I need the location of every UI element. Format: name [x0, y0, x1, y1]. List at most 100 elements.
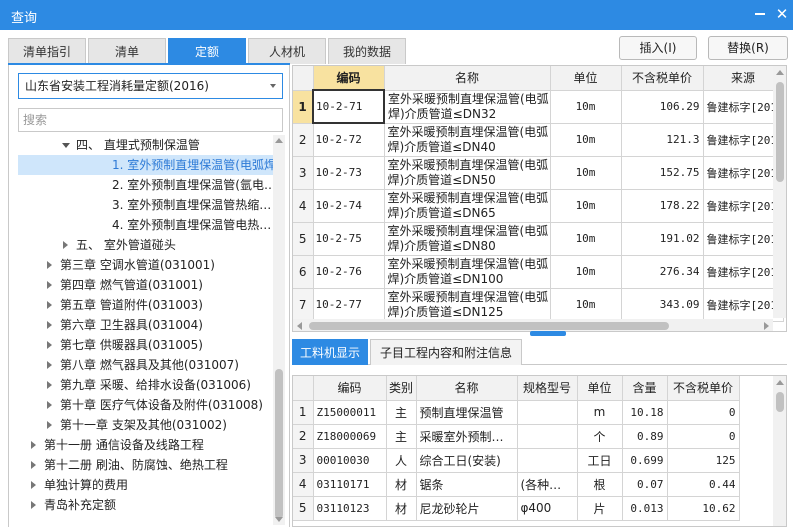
unit-cell[interactable]: 10m	[550, 288, 622, 322]
quota-grid-vscrollbar[interactable]	[773, 66, 786, 318]
library-select[interactable]: 山东省安装工程消耗量定额(2016)	[18, 73, 283, 99]
price-cell[interactable]: 0	[667, 400, 740, 425]
name-cell[interactable]: 综合工日(安装)	[416, 448, 518, 473]
row-number[interactable]: 5	[293, 496, 314, 521]
table-row[interactable]: 2 Z18000069 主采暖室外预制… 个 0.89 0	[293, 424, 740, 449]
tree-node[interactable]: 第十一章 支架及其他(031002)	[10, 415, 227, 435]
table-row[interactable]: 4 03110171 材锯条 (各种… 根 0.07 0.44	[293, 472, 740, 497]
source-cell[interactable]: 鲁建标字[201	[703, 90, 784, 124]
row-number[interactable]: 1	[293, 90, 314, 124]
code-cell[interactable]: 03110123	[313, 496, 387, 521]
collapsed-caret-icon[interactable]	[44, 335, 56, 355]
scrollbar-thumb[interactable]	[776, 392, 784, 412]
code-cell[interactable]: 10-2-76	[313, 255, 385, 289]
price-cell[interactable]: 276.34	[621, 255, 704, 289]
tree-node[interactable]: 3. 室外预制直埋保温管热缩…	[10, 195, 271, 215]
collapsed-caret-icon[interactable]	[28, 435, 40, 455]
tab-my-data[interactable]: 我的数据	[328, 38, 406, 64]
column-header-unit[interactable]: 单位	[577, 376, 623, 401]
price-cell[interactable]: 191.02	[621, 222, 704, 256]
collapsed-caret-icon[interactable]	[28, 455, 40, 475]
type-cell[interactable]: 主	[386, 400, 417, 425]
table-row[interactable]: 6 10-2-76 室外采暖预制直埋保温管(电弧焊)介质管道≤DN100 10m 276…	[293, 255, 784, 289]
minimize-icon[interactable]	[750, 4, 770, 24]
quantity-cell[interactable]: 0.013	[622, 496, 668, 521]
price-cell[interactable]: 0	[667, 424, 740, 449]
row-number[interactable]: 4	[293, 189, 314, 223]
collapsed-caret-icon[interactable]	[44, 295, 56, 315]
table-row[interactable]: 5 10-2-75 室外采暖预制直埋保温管(电弧焊)介质管道≤DN80 10m 191.…	[293, 222, 784, 256]
code-cell[interactable]: Z18000069	[313, 424, 387, 449]
scroll-up-icon[interactable]	[275, 138, 283, 143]
panel-splitter-handle[interactable]	[530, 331, 566, 336]
unit-cell[interactable]: 10m	[550, 90, 622, 124]
code-cell[interactable]: 10-2-77	[313, 288, 385, 322]
row-number[interactable]: 4	[293, 472, 314, 497]
row-number[interactable]: 2	[293, 123, 314, 157]
tree-node[interactable]: 4. 室外预制直埋保温管电热…	[10, 215, 271, 235]
column-header-source[interactable]: 来源	[703, 66, 784, 91]
close-icon[interactable]: ✕	[772, 4, 792, 24]
type-cell[interactable]: 材	[386, 496, 417, 521]
source-cell[interactable]: 鲁建标字[201	[703, 255, 784, 289]
table-row[interactable]: 7 10-2-77 室外采暖预制直埋保温管(电弧焊)介质管道≤DN125 10m 343…	[293, 288, 784, 322]
tree-node[interactable]: 第九章 采暖、给排水设备(031006)	[10, 375, 251, 395]
row-number[interactable]: 1	[293, 400, 314, 425]
collapsed-caret-icon[interactable]	[60, 235, 72, 255]
price-cell[interactable]: 125	[667, 448, 740, 473]
scrollbar-thumb[interactable]	[275, 369, 283, 519]
table-row[interactable]: 1 10-2-71 室外采暖预制直埋保温管(电弧焊)介质管道≤DN32 10m 106.…	[293, 89, 784, 124]
code-cell[interactable]: 10-2-72	[313, 123, 385, 157]
row-number[interactable]: 7	[293, 288, 314, 322]
tab-resource-display[interactable]: 工料机显示	[292, 339, 368, 365]
unit-cell[interactable]: 10m	[550, 255, 622, 289]
table-row[interactable]: 5 03110123 材尼龙砂轮片 φ400 片 0.013 10.62	[293, 496, 740, 521]
column-header-price[interactable]: 不含税单价	[667, 376, 740, 401]
tree-node[interactable]: 1. 室外预制直埋保温管(电弧焊)	[18, 155, 275, 175]
code-cell[interactable]: 10-2-73	[313, 156, 385, 190]
collapsed-caret-icon[interactable]	[28, 495, 40, 515]
row-number[interactable]: 5	[293, 222, 314, 256]
spec-cell[interactable]	[517, 424, 578, 449]
name-cell[interactable]: 室外采暖预制直埋保温管(电弧焊)介质管道≤DN32	[384, 90, 551, 124]
collapsed-caret-icon[interactable]	[44, 395, 56, 415]
row-number[interactable]: 6	[293, 255, 314, 289]
unit-cell[interactable]: 个	[577, 424, 623, 449]
name-cell[interactable]: 室外采暖预制直埋保温管(电弧焊)介质管道≤DN40	[384, 123, 551, 157]
scroll-up-icon[interactable]	[776, 380, 784, 385]
source-cell[interactable]: 鲁建标字[201	[703, 189, 784, 223]
type-cell[interactable]: 主	[386, 424, 417, 449]
scroll-right-icon[interactable]	[764, 322, 769, 330]
price-cell[interactable]: 121.3	[621, 123, 704, 157]
expanded-caret-icon[interactable]	[60, 135, 72, 155]
column-header-type[interactable]: 类别	[386, 376, 417, 401]
collapsed-caret-icon[interactable]	[44, 415, 56, 435]
tree-scrollbar[interactable]	[273, 135, 285, 525]
price-cell[interactable]: 343.09	[621, 288, 704, 322]
table-row[interactable]: 3 00010030 人综合工日(安装) 工日 0.699 125	[293, 448, 740, 473]
collapsed-caret-icon[interactable]	[44, 375, 56, 395]
table-row[interactable]: 4 10-2-74 室外采暖预制直埋保温管(电弧焊)介质管道≤DN65 10m 178.…	[293, 189, 784, 223]
collapsed-caret-icon[interactable]	[44, 275, 56, 295]
column-header-name[interactable]: 名称	[416, 376, 518, 401]
unit-cell[interactable]: 10m	[550, 156, 622, 190]
tree-node[interactable]: 第七章 供暖器具(031005)	[10, 335, 203, 355]
collapsed-caret-icon[interactable]	[44, 255, 56, 275]
scrollbar-thumb[interactable]	[309, 322, 669, 330]
collapsed-caret-icon[interactable]	[44, 355, 56, 375]
unit-cell[interactable]: 10m	[550, 189, 622, 223]
tab-bill[interactable]: 清单	[88, 38, 166, 64]
tab-labor-material[interactable]: 人材机	[248, 38, 326, 64]
code-cell[interactable]: 00010030	[313, 448, 387, 473]
table-row[interactable]: 2 10-2-72 室外采暖预制直埋保温管(电弧焊)介质管道≤DN40 10m 121.…	[293, 123, 784, 157]
column-header-quantity[interactable]: 含量	[622, 376, 668, 401]
tree-node[interactable]: 第三章 空调水管道(031001)	[10, 255, 215, 275]
type-cell[interactable]: 人	[386, 448, 417, 473]
name-cell[interactable]: 室外采暖预制直埋保温管(电弧焊)介质管道≤DN125	[384, 288, 551, 322]
tree-node[interactable]: 第四章 燃气管道(031001)	[10, 275, 203, 295]
spec-cell[interactable]	[517, 400, 578, 425]
name-cell[interactable]: 锯条	[416, 472, 518, 497]
price-cell[interactable]: 152.75	[621, 156, 704, 190]
quantity-cell[interactable]: 0.07	[622, 472, 668, 497]
tree-node[interactable]: 第八章 燃气器具及其他(031007)	[10, 355, 239, 375]
